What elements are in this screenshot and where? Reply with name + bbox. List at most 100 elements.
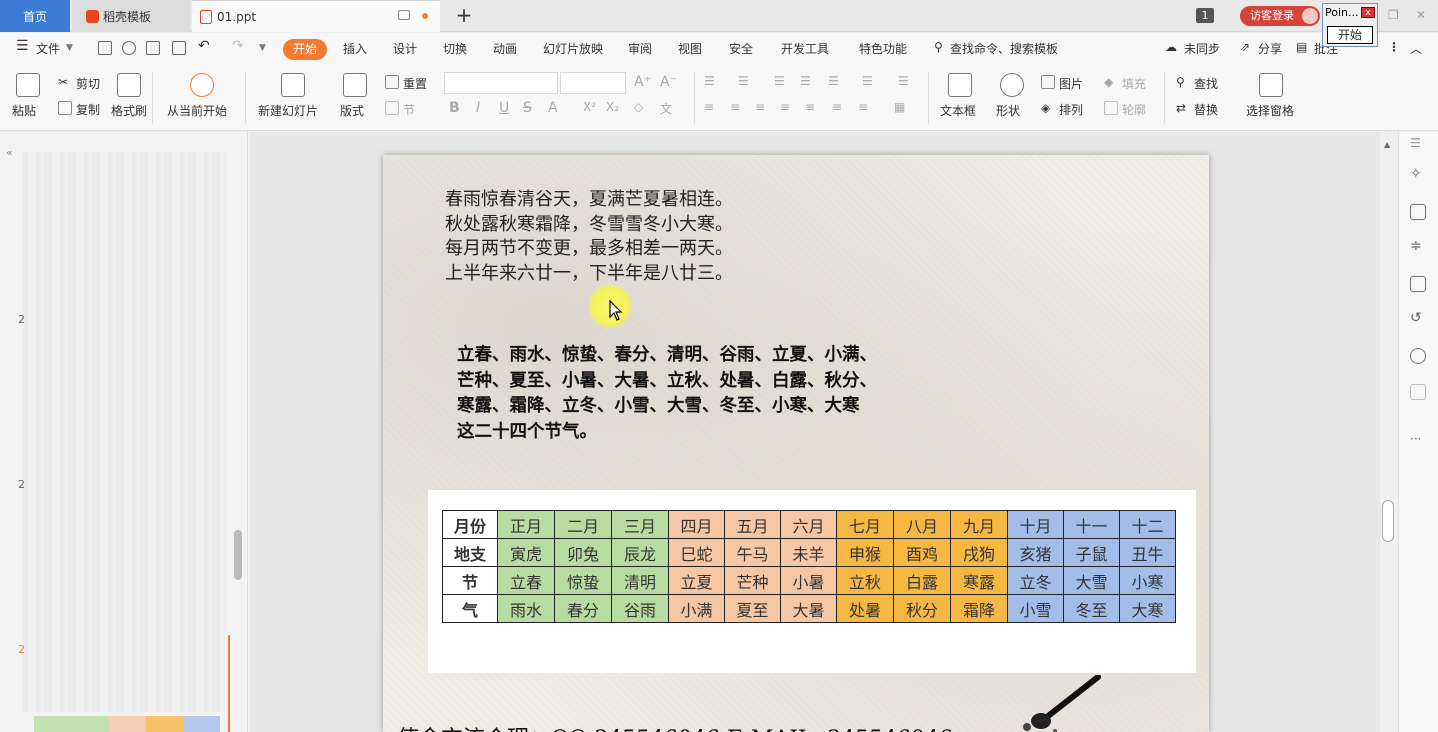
print-preview-icon[interactable] <box>172 41 186 55</box>
table-cell[interactable]: 子鼠 <box>1063 538 1120 567</box>
tab-home[interactable]: 首页 <box>0 0 70 32</box>
table-cell[interactable]: 二月 <box>554 510 612 539</box>
table-cell[interactable]: 冬至 <box>1063 594 1120 623</box>
pointer-tool-close-icon[interactable]: x <box>1361 7 1375 18</box>
outline-button[interactable]: 轮廓 <box>1122 101 1146 118</box>
scroll-up-icon[interactable]: ▲ <box>1384 140 1390 149</box>
table-row-header[interactable]: 节 <box>442 566 498 595</box>
reset-button[interactable]: 重置 <box>403 75 427 92</box>
font-family-select[interactable] <box>444 72 558 94</box>
menu-insert[interactable]: 插入 <box>343 40 367 57</box>
table-cell[interactable]: 戌狗 <box>950 538 1008 567</box>
table-cell[interactable]: 巳蛇 <box>668 538 725 567</box>
table-cell[interactable]: 四月 <box>668 510 725 539</box>
table-cell[interactable]: 小满 <box>668 594 725 623</box>
table-cell[interactable]: 丑牛 <box>1119 538 1176 567</box>
copy-button[interactable]: 复制 <box>76 101 100 118</box>
increase-indent-icon[interactable]: ☰ <box>800 74 811 88</box>
find-button[interactable]: 查找 <box>1194 75 1218 92</box>
table-cell[interactable]: 大雪 <box>1063 566 1120 595</box>
table-cell[interactable]: 酉鸡 <box>893 538 951 567</box>
subscript-icon[interactable]: X₂ <box>606 100 619 114</box>
table-cell[interactable]: 午马 <box>724 538 781 567</box>
table-cell[interactable]: 三月 <box>611 510 669 539</box>
distribute-icon[interactable]: ≡ <box>805 100 815 114</box>
font-size-select[interactable] <box>560 72 626 94</box>
menu-design[interactable]: 设计 <box>393 40 417 57</box>
table-cell[interactable]: 立夏 <box>668 566 725 595</box>
new-tab-button[interactable]: + <box>452 4 476 28</box>
strikethrough-icon[interactable]: S <box>523 100 532 116</box>
format-painter-button[interactable]: 格式刷 <box>111 102 147 119</box>
selection-pane-button[interactable]: 选择窗格 <box>1246 102 1294 119</box>
menu-transition[interactable]: 切换 <box>443 40 467 57</box>
table-cell[interactable]: 春分 <box>554 594 612 623</box>
table-cell[interactable]: 小暑 <box>780 566 837 595</box>
canvas-scrollbar[interactable] <box>1381 132 1395 732</box>
table-cell[interactable]: 正月 <box>497 510 555 539</box>
settings-sliders-icon[interactable]: ≑ <box>1410 238 1422 254</box>
solar-terms-text[interactable]: 立春、雨水、惊蛰、春分、清明、谷雨、立夏、小满、 芒种、夏至、小暑、大暑、立秋、… <box>457 343 977 445</box>
collapse-pane-icon[interactable]: « <box>6 146 13 159</box>
output-icon[interactable] <box>122 41 136 55</box>
table-cell[interactable]: 夏至 <box>724 594 781 623</box>
shape-button[interactable]: 形状 <box>996 102 1020 119</box>
table-cell[interactable]: 六月 <box>780 510 837 539</box>
textbox-icon[interactable] <box>948 73 972 97</box>
object-attribute-icon[interactable] <box>1410 204 1426 220</box>
undo-icon[interactable]: ↶ <box>198 38 210 54</box>
table-cell[interactable]: 小寒 <box>1119 566 1176 595</box>
more-horizontal-icon[interactable]: ··· <box>1410 432 1421 446</box>
layout-button[interactable]: 版式 <box>340 102 364 119</box>
paste-icon[interactable] <box>16 73 40 97</box>
format-painter-icon[interactable] <box>117 73 141 97</box>
cut-button[interactable]: 剪切 <box>76 75 100 92</box>
table-cell[interactable]: 八月 <box>893 510 951 539</box>
table-cell[interactable]: 霜降 <box>950 594 1008 623</box>
menu-start[interactable]: 开始 <box>283 39 327 60</box>
section-button[interactable]: 节 <box>403 101 415 118</box>
replace-button[interactable]: 替换 <box>1194 101 1218 118</box>
underline-icon[interactable]: U <box>499 100 509 116</box>
customize-toolbar-icon[interactable]: ▼ <box>259 43 266 53</box>
clear-format-icon[interactable]: ◇ <box>634 100 643 114</box>
pinyin-icon[interactable]: 文 <box>660 100 672 117</box>
chevron-down-icon[interactable]: ▼ <box>66 43 73 53</box>
table-cell[interactable]: 十月 <box>1007 510 1064 539</box>
command-search-input[interactable]: 查找命令、搜索模板 <box>950 40 1058 57</box>
paragraph-spacing-icon[interactable]: ≡ <box>832 100 842 114</box>
shape-icon[interactable] <box>1000 73 1024 97</box>
table-cell[interactable]: 寒露 <box>950 566 1008 595</box>
print-icon[interactable] <box>146 41 160 55</box>
paste-button[interactable]: 粘贴 <box>12 102 36 119</box>
close-window-icon[interactable]: ✕ <box>1416 8 1426 22</box>
superscript-icon[interactable]: X² <box>583 100 596 114</box>
table-row-header[interactable]: 月份 <box>442 510 498 539</box>
table-cell[interactable]: 未羊 <box>780 538 837 567</box>
selection-pane-icon[interactable] <box>1259 73 1283 97</box>
table-cell[interactable]: 惊蛰 <box>554 566 612 595</box>
menu-developer[interactable]: 开发工具 <box>781 40 829 57</box>
play-icon[interactable] <box>190 73 214 97</box>
table-cell[interactable]: 秋分 <box>893 594 951 623</box>
save-icon[interactable] <box>98 41 112 55</box>
pointer-tool-window[interactable]: Poin... x 开始 <box>1322 3 1378 47</box>
layout-icon[interactable] <box>343 73 367 97</box>
table-cell[interactable]: 七月 <box>836 510 894 539</box>
new-slide-button[interactable]: 新建幻灯片 <box>258 102 318 119</box>
restore-window-icon[interactable]: ❐ <box>1388 8 1399 22</box>
sync-status[interactable]: 未同步 <box>1184 40 1220 57</box>
poem-text[interactable]: 春雨惊春清谷天，夏满芒夏暑相连。 秋处露秋寒霜降，冬雪雪冬小大寒。 每月两节不变… <box>445 188 733 286</box>
hamburger-icon[interactable]: ☰ <box>16 38 29 54</box>
columns-icon[interactable]: ≡ <box>858 100 868 114</box>
menu-file[interactable]: 文件 <box>36 40 60 57</box>
monitor-icon[interactable] <box>398 10 410 20</box>
help-icon[interactable] <box>1410 348 1426 364</box>
fill-button[interactable]: 填充 <box>1122 75 1146 92</box>
table-cell[interactable]: 九月 <box>950 510 1008 539</box>
decrease-indent-icon[interactable]: ☰ <box>774 74 785 88</box>
align-center-icon[interactable]: ≡ <box>730 100 740 114</box>
canvas-scrollbar-thumb[interactable] <box>1382 500 1394 542</box>
table-cell[interactable]: 小雪 <box>1007 594 1064 623</box>
table-cell[interactable]: 谷雨 <box>611 594 669 623</box>
